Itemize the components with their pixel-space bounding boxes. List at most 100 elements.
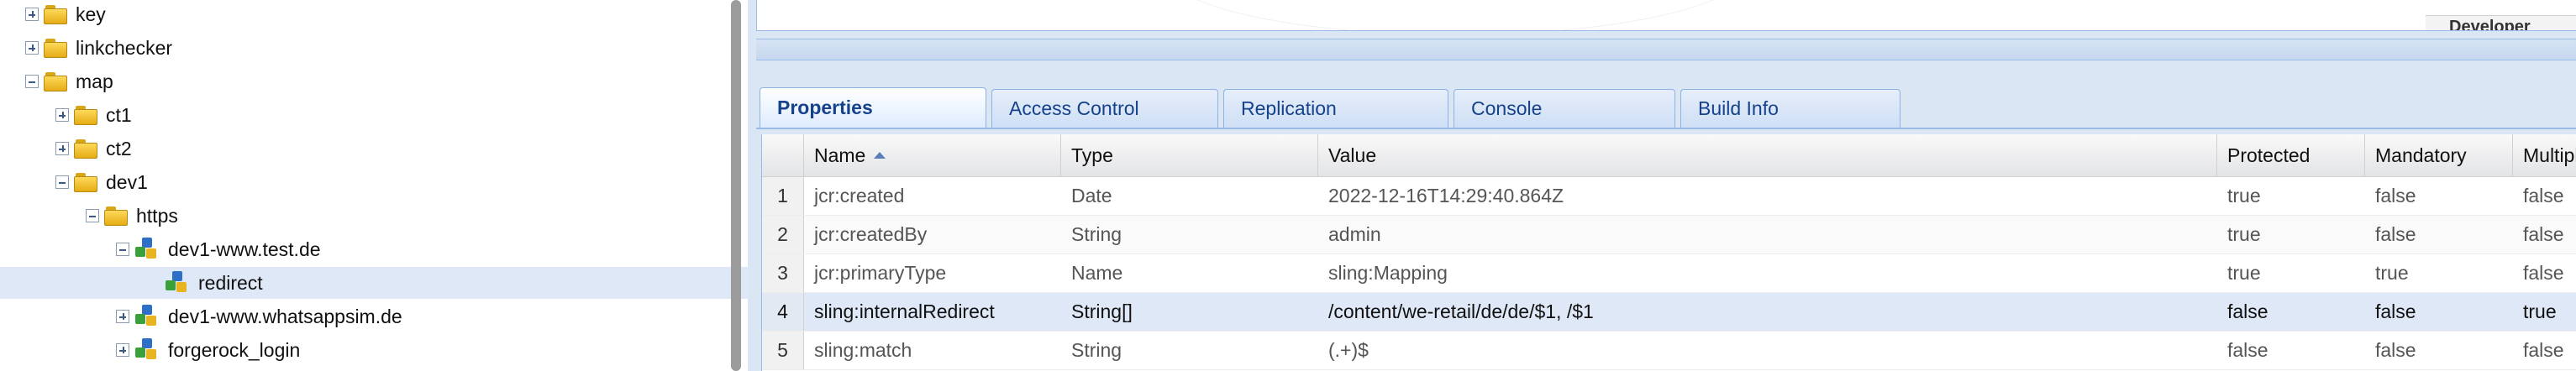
column-header-label: Mandatory bbox=[2375, 144, 2467, 166]
background-decoration bbox=[1160, 0, 1750, 30]
collapse-icon[interactable] bbox=[116, 243, 129, 256]
row-number: 1 bbox=[762, 177, 804, 215]
expand-icon[interactable] bbox=[116, 343, 129, 357]
collapse-icon[interactable] bbox=[86, 209, 99, 222]
tree-node[interactable]: map bbox=[0, 65, 748, 97]
repository-tree: key linkchecker map ct1 ct2 dev1 https dev1-www… bbox=[0, 0, 748, 371]
cell-name: sling:match bbox=[814, 339, 912, 361]
column-header-mandatory[interactable]: Mandatory bbox=[2365, 134, 2513, 176]
tree-node[interactable]: forgerock_login bbox=[0, 334, 748, 366]
cell-mandatory: true bbox=[2375, 262, 2409, 284]
tree-node[interactable]: ct2 bbox=[0, 133, 748, 165]
column-header-label: Protected bbox=[2227, 144, 2311, 166]
tab-label: Console bbox=[1471, 97, 1543, 119]
cell-protected: false bbox=[2227, 339, 2268, 361]
node-icon bbox=[134, 305, 161, 328]
tree-node[interactable]: key bbox=[0, 0, 748, 30]
expand-icon[interactable] bbox=[55, 108, 69, 122]
tree-node[interactable]: redirect bbox=[0, 267, 748, 299]
cell-value: /content/we-retail/de/de/$1, /$1 bbox=[1328, 300, 1594, 322]
expand-icon[interactable] bbox=[25, 8, 39, 21]
row-number: 3 bbox=[762, 254, 804, 292]
cell-multiple: false bbox=[2523, 262, 2564, 284]
cell-name: jcr:primaryType bbox=[814, 262, 947, 284]
cell-value: admin bbox=[1328, 223, 1381, 245]
tree-node[interactable]: dev1 bbox=[0, 166, 748, 198]
cell-type: String bbox=[1071, 339, 1122, 361]
rownum-header bbox=[762, 134, 804, 176]
top-panel: Developer bbox=[756, 0, 2576, 31]
content-panel: Developer Properties Access Control Repl… bbox=[748, 0, 2576, 371]
cell-name: jcr:createdBy bbox=[814, 223, 928, 245]
cell-type: Name bbox=[1071, 262, 1123, 284]
table-row[interactable]: 5 sling:match String (.+)$ false false false bbox=[762, 332, 2576, 370]
tree-node-label: redirect bbox=[198, 271, 263, 294]
expand-icon[interactable] bbox=[55, 142, 69, 155]
tab-strip: Properties Access Control Replication Co… bbox=[756, 77, 2576, 129]
tree-node-label: dev1-www.test.de bbox=[168, 238, 321, 260]
tree-node-label: map bbox=[76, 70, 113, 92]
tree-node-label: ct1 bbox=[106, 103, 132, 126]
tab-label: Build Info bbox=[1698, 97, 1779, 119]
tree-node-label: https bbox=[136, 204, 178, 227]
column-header-value[interactable]: Value bbox=[1318, 134, 2217, 176]
folder-icon bbox=[74, 105, 99, 125]
tab-replication[interactable]: Replication bbox=[1223, 89, 1448, 128]
tab-label: Replication bbox=[1241, 97, 1337, 119]
tab-build-info[interactable]: Build Info bbox=[1680, 89, 1900, 128]
tab-access-control[interactable]: Access Control bbox=[991, 89, 1218, 128]
column-header-type[interactable]: Type bbox=[1061, 134, 1318, 176]
tab-label: Properties bbox=[777, 97, 873, 118]
tree-node[interactable]: https bbox=[0, 200, 748, 232]
folder-icon bbox=[44, 71, 69, 91]
tree-node-label: key bbox=[76, 3, 106, 25]
developer-tab-label: Developer bbox=[2449, 18, 2531, 31]
cell-mandatory: false bbox=[2375, 300, 2416, 322]
collapse-icon[interactable] bbox=[25, 75, 39, 88]
grid-header: Name Type Value Protected Mandatory Mult… bbox=[762, 134, 2576, 177]
tree-node-label: dev1 bbox=[106, 170, 148, 193]
tree-node-label: ct2 bbox=[106, 137, 132, 159]
cell-value: 2022-12-16T14:29:40.864Z bbox=[1328, 185, 1564, 206]
tree-node[interactable]: dev1-www.test.de bbox=[0, 233, 748, 265]
table-row[interactable]: 4 sling:internalRedirect String[] /content/… bbox=[762, 293, 2576, 332]
tree-node-label: forgerock_login bbox=[168, 338, 301, 361]
tree-node[interactable]: linkchecker bbox=[0, 32, 748, 64]
table-row[interactable]: 3 jcr:primaryType Name sling:Mapping true tru… bbox=[762, 254, 2576, 293]
cell-name: sling:internalRedirect bbox=[814, 300, 995, 322]
cell-multiple: false bbox=[2523, 339, 2564, 361]
tree-scrollbar[interactable] bbox=[731, 0, 741, 371]
tree-node[interactable]: ct1 bbox=[0, 99, 748, 131]
column-header-label: Type bbox=[1071, 144, 1113, 166]
tree-node-label: dev1-www.whatsappsim.de bbox=[168, 305, 402, 327]
cell-type: Date bbox=[1071, 185, 1112, 206]
expand-icon[interactable] bbox=[116, 310, 129, 323]
tab-properties[interactable]: Properties bbox=[760, 87, 986, 128]
column-header-protected[interactable]: Protected bbox=[2217, 134, 2365, 176]
panel-splitter-bar[interactable] bbox=[756, 39, 2576, 60]
table-row[interactable]: 1 jcr:created Date 2022-12-16T14:29:40.864Z… bbox=[762, 177, 2576, 216]
tab-console[interactable]: Console bbox=[1454, 89, 1675, 128]
cell-value: sling:Mapping bbox=[1328, 262, 1448, 284]
column-header-name[interactable]: Name bbox=[804, 134, 1061, 176]
cell-multiple: false bbox=[2523, 185, 2564, 206]
tree-node-label: linkchecker bbox=[76, 36, 173, 59]
column-header-label: Name bbox=[814, 144, 866, 166]
developer-tab[interactable]: Developer bbox=[2426, 15, 2576, 31]
folder-icon bbox=[74, 138, 99, 159]
table-row[interactable]: 2 jcr:createdBy String admin true false false bbox=[762, 216, 2576, 254]
folder-icon bbox=[44, 4, 69, 24]
row-number: 5 bbox=[762, 332, 804, 369]
folder-icon bbox=[104, 206, 129, 226]
cell-multiple: true bbox=[2523, 300, 2557, 322]
expand-icon[interactable] bbox=[25, 41, 39, 55]
collapse-icon[interactable] bbox=[55, 175, 69, 189]
node-icon bbox=[165, 271, 192, 295]
column-header-multiple[interactable]: Multiple bbox=[2513, 134, 2576, 176]
cell-mandatory: false bbox=[2375, 185, 2416, 206]
tree-node[interactable]: dev1-www.whatsappsim.de bbox=[0, 300, 748, 332]
cell-protected: true bbox=[2227, 262, 2261, 284]
row-number: 4 bbox=[762, 293, 804, 331]
row-number: 2 bbox=[762, 216, 804, 253]
column-header-label: Multiple bbox=[2523, 144, 2576, 166]
